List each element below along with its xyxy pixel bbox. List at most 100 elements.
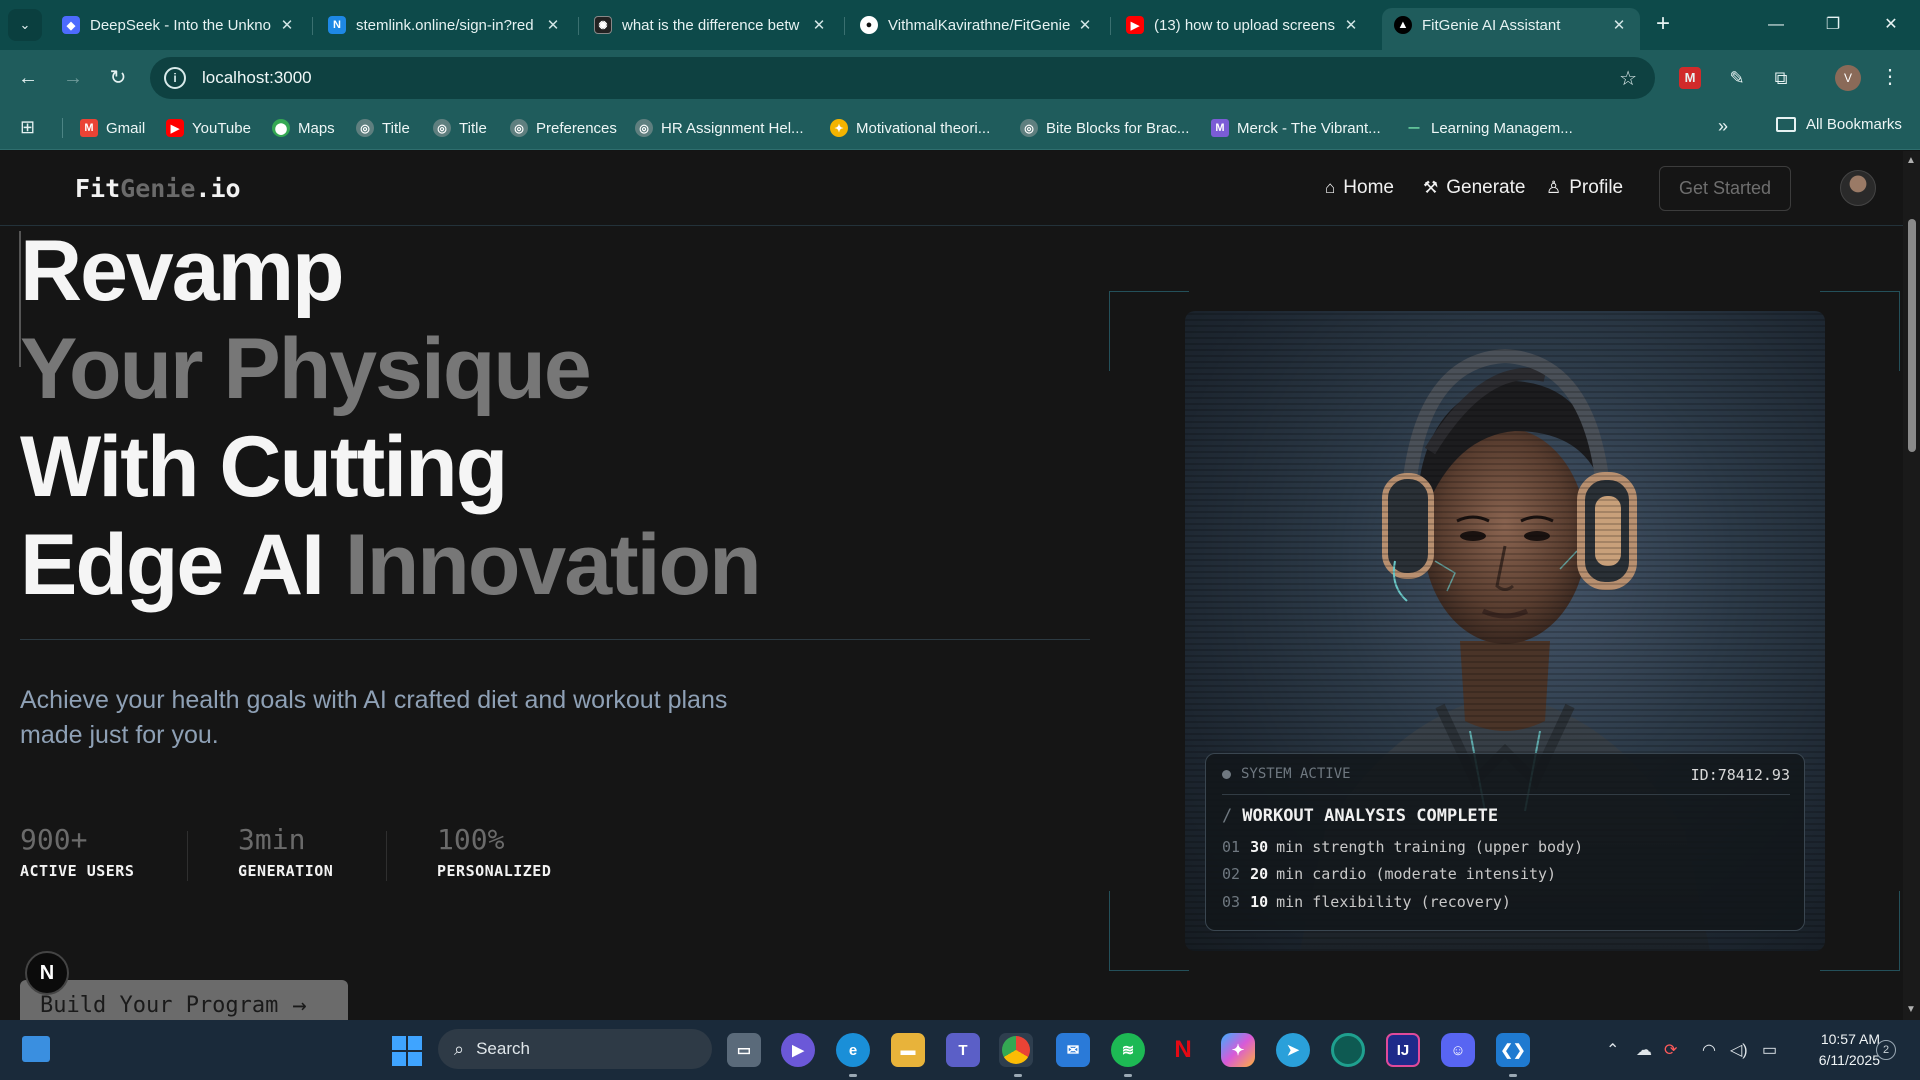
chrome-icon[interactable] xyxy=(999,1033,1033,1067)
sync-icon[interactable]: ⟳ xyxy=(1664,1040,1677,1060)
nav-generate[interactable]: ⚒ Generate xyxy=(1423,177,1525,199)
build-program-button[interactable]: Build Your Program → xyxy=(20,980,348,1020)
close-icon[interactable]: ✕ xyxy=(278,16,296,34)
netflix-icon[interactable]: N xyxy=(1166,1033,1200,1067)
close-icon[interactable]: ✕ xyxy=(544,16,562,34)
all-bookmarks-button[interactable]: All Bookmarks xyxy=(1776,116,1902,133)
telegram-icon[interactable]: ➤ xyxy=(1276,1033,1310,1067)
nav-home[interactable]: ⌂ Home xyxy=(1325,177,1394,199)
new-tab-button[interactable]: + xyxy=(1650,12,1676,38)
close-icon[interactable]: ✕ xyxy=(1076,16,1094,34)
button-label: Build Your Program xyxy=(40,992,279,1018)
tab-fitgenie[interactable]: ▲ FitGenie AI Assistant ✕ xyxy=(1382,8,1640,50)
bookmark-learning[interactable]: ― Learning Managem... xyxy=(1405,116,1573,140)
tab-title: (13) how to upload screens xyxy=(1154,16,1335,34)
menu-kebab-icon[interactable]: ⋮ xyxy=(1880,64,1900,89)
close-icon[interactable]: ✕ xyxy=(810,16,828,34)
user-avatar[interactable] xyxy=(1840,170,1876,206)
system-clock[interactable]: 10:57 AM 6/11/2025 xyxy=(1800,1029,1880,1071)
scroll-thumb[interactable] xyxy=(1908,219,1916,452)
bookmark-merck[interactable]: M Merck - The Vibrant... xyxy=(1211,116,1381,140)
stat-value: 100% xyxy=(437,823,505,856)
card-title: / WORKOUT ANALYSIS COMPLETE xyxy=(1222,806,1498,826)
tab-stemlink[interactable]: N stemlink.online/sign-in?red ✕ xyxy=(316,8,574,42)
site-logo[interactable]: FitGenie.io xyxy=(75,174,241,203)
bookmark-youtube[interactable]: ▶ YouTube xyxy=(166,116,251,140)
taskbar-search[interactable]: ⌕ Search xyxy=(438,1029,712,1069)
close-icon[interactable]: ✕ xyxy=(1610,16,1628,34)
extensions-puzzle-icon[interactable]: ⧉ xyxy=(1767,64,1795,92)
scroll-down-icon[interactable]: ▼ xyxy=(1906,1004,1916,1015)
extension-red-icon[interactable]: M xyxy=(1679,67,1701,89)
bookmark-title-2[interactable]: ◎ Title xyxy=(433,116,487,140)
nextjs-dev-badge[interactable]: N xyxy=(25,951,69,995)
widgets-icon[interactable] xyxy=(22,1036,50,1062)
stat-divider xyxy=(187,831,188,881)
card-title-text: WORKOUT ANALYSIS COMPLETE xyxy=(1242,806,1499,826)
bookmark-bite-blocks[interactable]: ◎ Bite Blocks for Brac... xyxy=(1020,116,1189,140)
vscode-icon[interactable]: ❮❯ xyxy=(1496,1033,1530,1067)
tab-search-button[interactable]: ⌄ xyxy=(8,9,42,41)
globe-icon: ◎ xyxy=(433,119,451,137)
stat-active-users: 900+ ACTIVE USERS xyxy=(20,823,134,880)
scroll-up-icon[interactable]: ▲ xyxy=(1906,155,1916,166)
restore-icon[interactable]: ❐ xyxy=(1810,12,1856,38)
bookmark-preferences[interactable]: ◎ Preferences xyxy=(510,116,617,140)
clock-date: 6/11/2025 xyxy=(1818,1052,1880,1068)
discord-icon[interactable]: ☺ xyxy=(1441,1033,1475,1067)
bookmark-label: Title xyxy=(459,119,487,137)
bookmark-title-1[interactable]: ◎ Title xyxy=(356,116,410,140)
page-scrollbar[interactable]: ▲ ▼ xyxy=(1903,151,1920,1020)
bookmark-motivational[interactable]: ✦ Motivational theori... xyxy=(830,116,990,140)
eyedropper-icon[interactable]: ✎ xyxy=(1723,64,1751,92)
spotify-icon[interactable]: ≋ xyxy=(1111,1033,1145,1067)
minimize-icon[interactable]: — xyxy=(1753,12,1799,38)
close-icon[interactable]: ✕ xyxy=(1342,16,1360,34)
copilot-icon[interactable]: ✦ xyxy=(1221,1033,1255,1067)
item-qty: 30 xyxy=(1250,838,1269,856)
bookmark-hr-assignment[interactable]: ◎ HR Assignment Hel... xyxy=(635,116,804,140)
hero-text: Revamp xyxy=(20,223,345,319)
teams-icon[interactable]: T xyxy=(946,1033,980,1067)
hero-text: Your Physique xyxy=(20,321,592,417)
forward-icon[interactable]: → xyxy=(59,64,87,92)
bookmarks-overflow-icon[interactable]: » xyxy=(1718,116,1728,137)
bookmarks-divider xyxy=(62,118,63,138)
edge-icon[interactable]: e xyxy=(836,1033,870,1067)
address-bar[interactable]: i localhost:3000 ☆ xyxy=(150,57,1655,99)
wifi-icon[interactable]: ◠ xyxy=(1702,1040,1716,1060)
nav-profile[interactable]: ♙ Profile xyxy=(1546,177,1623,199)
hero-text: With Cutting xyxy=(20,419,508,515)
reload-icon[interactable]: ↻ xyxy=(104,64,132,92)
bookmark-gmail[interactable]: M Gmail xyxy=(80,116,145,140)
bookmark-star-icon[interactable]: ☆ xyxy=(1619,66,1637,91)
app-circle-icon[interactable] xyxy=(1331,1033,1365,1067)
apps-grid-icon[interactable]: ⊞ xyxy=(20,117,42,139)
get-started-button[interactable]: Get Started xyxy=(1659,166,1791,211)
tab-github[interactable]: ● VithmalKavirathne/FitGenie ✕ xyxy=(848,8,1106,42)
window-close-icon[interactable]: ✕ xyxy=(1868,12,1914,38)
stat-divider xyxy=(386,831,387,881)
meet-icon[interactable]: ▶ xyxy=(781,1033,815,1067)
hero-line-3: With Cutting xyxy=(20,417,508,517)
site-info-icon[interactable]: i xyxy=(164,67,186,89)
onedrive-icon[interactable]: ☁ xyxy=(1636,1040,1652,1060)
url-text[interactable]: localhost:3000 xyxy=(202,68,312,88)
volume-icon[interactable]: ◁) xyxy=(1730,1040,1748,1060)
tab-chatgpt[interactable]: ✺ what is the difference betw ✕ xyxy=(582,8,840,42)
start-windows-icon[interactable] xyxy=(392,1036,422,1066)
battery-icon[interactable]: ▭ xyxy=(1762,1040,1777,1060)
file-explorer-icon[interactable]: ▬ xyxy=(891,1033,925,1067)
tray-overflow-icon[interactable]: ⌃ xyxy=(1606,1040,1619,1060)
tab-youtube[interactable]: ▶ (13) how to upload screens ✕ xyxy=(1114,8,1372,42)
mail-icon[interactable]: ✉ xyxy=(1056,1033,1090,1067)
task-view-icon[interactable]: ▭ xyxy=(727,1033,761,1067)
bookmark-maps[interactable]: ⬤ Maps xyxy=(272,116,335,140)
arrow-right-icon: → xyxy=(292,991,307,1019)
notification-badge[interactable]: 2 xyxy=(1876,1040,1896,1060)
globe-icon: ◎ xyxy=(510,119,528,137)
profile-avatar[interactable]: V xyxy=(1835,65,1861,91)
tab-deepseek[interactable]: ◆ DeepSeek - Into the Unkno ✕ xyxy=(50,8,308,42)
jetbrains-icon[interactable]: IJ xyxy=(1386,1033,1420,1067)
back-icon[interactable]: ← xyxy=(14,64,42,92)
